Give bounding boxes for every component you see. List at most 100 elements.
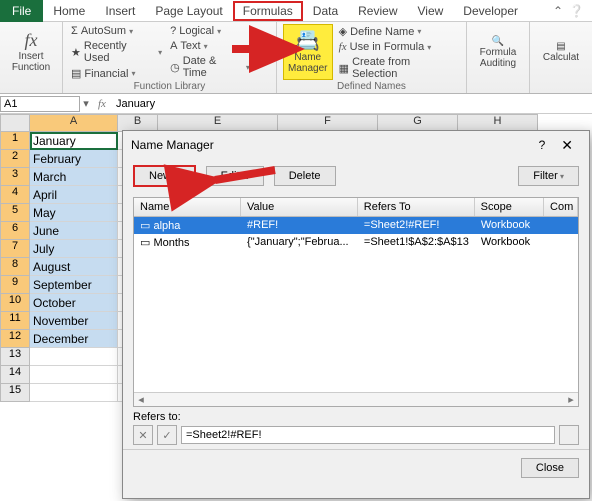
new-button[interactable]: New...: [133, 165, 196, 187]
range-picker-icon[interactable]: [559, 425, 579, 445]
create-from-selection-button[interactable]: ▦Create from Selection: [337, 55, 460, 81]
recently-used-button[interactable]: ★Recently Used: [69, 39, 164, 65]
dialog-help-icon[interactable]: ?: [531, 138, 554, 152]
fx-small-icon: fx: [339, 41, 347, 53]
row-header[interactable]: 12: [0, 330, 30, 348]
row-header[interactable]: 5: [0, 204, 30, 222]
tab-home[interactable]: Home: [43, 1, 95, 21]
cell[interactable]: October: [30, 294, 118, 312]
tag-icon: ◈: [339, 25, 347, 38]
insert-function-button[interactable]: fx Insert Function: [6, 24, 56, 80]
col-comment[interactable]: Com: [544, 198, 578, 216]
fx-icon: fx: [25, 31, 38, 51]
row-header[interactable]: 4: [0, 186, 30, 204]
name-manager-icon: 📇: [295, 30, 320, 52]
grid-icon: ▦: [339, 62, 349, 75]
calculation-button[interactable]: ▤ Calculat: [536, 24, 586, 80]
logical-button[interactable]: ?Logical: [168, 24, 252, 38]
cell[interactable]: April: [30, 186, 118, 204]
select-all-corner[interactable]: [0, 114, 30, 132]
row-header[interactable]: 15: [0, 384, 30, 402]
row-header[interactable]: 6: [0, 222, 30, 240]
filter-button[interactable]: Filter: [518, 166, 579, 186]
col-header-a[interactable]: A: [30, 114, 118, 132]
group-function-library: Function Library: [69, 81, 270, 94]
autosum-button[interactable]: ΣAutoSum: [69, 24, 164, 38]
formula-auditing-button[interactable]: 🔍 Formula Auditing: [473, 24, 523, 80]
tab-review[interactable]: Review: [348, 1, 407, 21]
list-item[interactable]: ▭ alpha #REF! =Sheet2!#REF! Workbook: [134, 217, 578, 234]
name-manager-button[interactable]: 📇 Name Manager: [283, 24, 333, 80]
col-value[interactable]: Value: [241, 198, 358, 216]
financial-button[interactable]: ▤Financial: [69, 66, 164, 81]
row-header[interactable]: 9: [0, 276, 30, 294]
define-name-button[interactable]: ◈Define Name: [337, 24, 460, 39]
refers-to-input[interactable]: =Sheet2!#REF!: [181, 426, 555, 444]
row-header[interactable]: 8: [0, 258, 30, 276]
row-header[interactable]: 3: [0, 168, 30, 186]
confirm-edit-icon[interactable]: ✓: [157, 425, 177, 445]
name-icon: ▭: [140, 237, 153, 249]
tab-file[interactable]: File: [0, 0, 43, 22]
dialog-title: Name Manager: [131, 138, 214, 152]
cell[interactable]: May: [30, 204, 118, 222]
name-box[interactable]: A1: [0, 96, 80, 112]
cell[interactable]: January: [30, 132, 118, 150]
row-header[interactable]: 1: [0, 132, 30, 150]
tab-insert[interactable]: Insert: [95, 1, 145, 21]
edit-button[interactable]: Edit...: [206, 166, 264, 186]
help-icon[interactable]: ❔: [569, 4, 584, 18]
row-header[interactable]: 14: [0, 366, 30, 384]
cell[interactable]: [30, 366, 118, 384]
scroll-left-icon[interactable]: ◂: [134, 393, 148, 406]
cell[interactable]: February: [30, 150, 118, 168]
scroll-right-icon[interactable]: ▸: [564, 393, 578, 406]
refers-to-label: Refers to:: [133, 411, 579, 423]
group-defined-names: Defined Names: [283, 81, 460, 94]
formula-input[interactable]: January: [112, 97, 592, 111]
text-icon: A: [170, 40, 177, 52]
delete-button[interactable]: Delete: [274, 166, 336, 186]
cell[interactable]: March: [30, 168, 118, 186]
name-box-dropdown[interactable]: ▾: [80, 97, 92, 110]
cell[interactable]: September: [30, 276, 118, 294]
cell[interactable]: November: [30, 312, 118, 330]
name-manager-dialog: Name Manager ? ✕ New... Edit... Delete F…: [122, 130, 590, 499]
col-scope[interactable]: Scope: [475, 198, 544, 216]
tab-developer[interactable]: Developer: [453, 1, 528, 21]
tab-view[interactable]: View: [408, 1, 454, 21]
row-header[interactable]: 11: [0, 312, 30, 330]
name-icon: ▭: [140, 220, 153, 232]
datetime-button[interactable]: ◷Date & Time: [168, 54, 252, 80]
cell[interactable]: December: [30, 330, 118, 348]
minimize-ribbon-icon[interactable]: ⌃: [553, 4, 563, 18]
list-item[interactable]: ▭ Months {"January";"Februa... =Sheet1!$…: [134, 234, 578, 251]
tab-data[interactable]: Data: [303, 1, 348, 21]
tab-page-layout[interactable]: Page Layout: [145, 1, 232, 21]
list-scrollbar[interactable]: ◂ ▸: [134, 392, 578, 406]
row-header[interactable]: 10: [0, 294, 30, 312]
dialog-close-icon[interactable]: ✕: [553, 137, 581, 154]
tab-formulas[interactable]: Formulas: [233, 1, 303, 21]
row-header[interactable]: 7: [0, 240, 30, 258]
cell[interactable]: June: [30, 222, 118, 240]
col-refers[interactable]: Refers To: [358, 198, 475, 216]
ribbon-tabs: File Home Insert Page Layout Formulas Da…: [0, 0, 592, 22]
auditing-icon: 🔍: [492, 36, 504, 47]
cell[interactable]: July: [30, 240, 118, 258]
use-in-formula-button[interactable]: fxUse in Formula: [337, 40, 460, 54]
col-name[interactable]: Name: [134, 198, 241, 216]
cell[interactable]: [30, 384, 118, 402]
row-header[interactable]: 13: [0, 348, 30, 366]
logical-icon: ?: [170, 25, 176, 37]
clock-icon: ◷: [170, 61, 180, 74]
text-button[interactable]: AText: [168, 39, 252, 53]
more-functions-icon[interactable]: ▾: [256, 24, 270, 81]
fx-bar-icon[interactable]: fx: [92, 98, 112, 110]
cancel-edit-icon[interactable]: ✕: [133, 425, 153, 445]
row-header[interactable]: 2: [0, 150, 30, 168]
cell[interactable]: [30, 348, 118, 366]
cell[interactable]: August: [30, 258, 118, 276]
star-icon: ★: [71, 46, 81, 59]
close-button[interactable]: Close: [521, 458, 579, 478]
